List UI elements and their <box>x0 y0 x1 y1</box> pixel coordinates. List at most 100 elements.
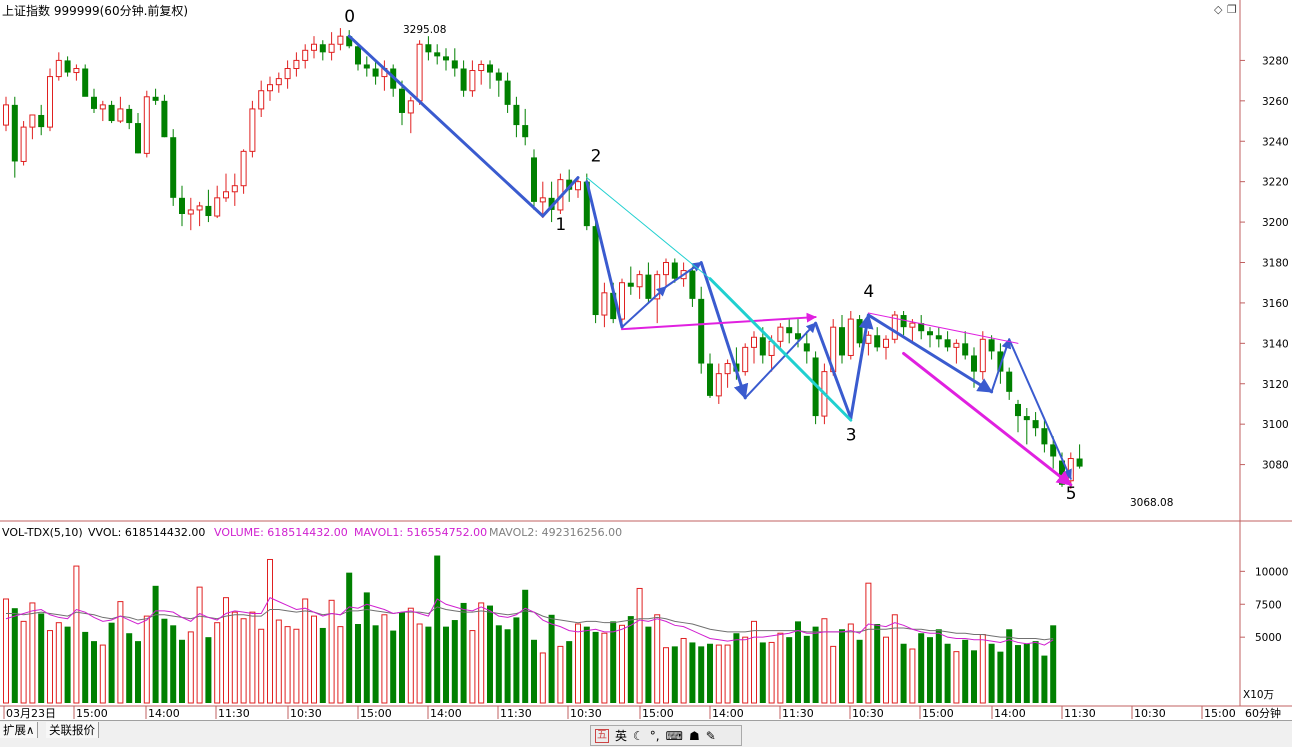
candle-body <box>451 60 458 69</box>
volume-bar <box>416 623 423 704</box>
stock-chart-window: 0 1 2 3 4 5 3080 3100 3120 3140 3160 3180 3200 3220 3… <box>0 0 1292 747</box>
time-tick-label: 03月23日 <box>6 707 56 720</box>
candle-body <box>1076 458 1083 467</box>
volume-bar <box>654 614 661 704</box>
candle-body <box>284 68 291 80</box>
volume-bar <box>495 625 502 703</box>
volume-bar <box>874 624 881 703</box>
volume-bar <box>302 598 309 704</box>
candle-body <box>539 197 546 203</box>
volume-bar <box>293 628 300 704</box>
volume-readout: VOLUME: 618514432.00 <box>214 526 348 539</box>
candle-body <box>29 114 36 128</box>
volume-bar <box>73 565 80 704</box>
wave-count-label: 3 <box>846 425 857 445</box>
price-tick-label: 3120 <box>1262 379 1289 391</box>
wave-count-label: 4 <box>863 282 874 302</box>
candle-body <box>275 78 282 86</box>
volume-bar <box>988 643 995 703</box>
candle-body <box>108 104 115 122</box>
candle-body <box>883 338 889 348</box>
wave-count-label: 1 <box>555 215 566 235</box>
volume-bar <box>786 637 793 703</box>
volume-bar <box>724 644 731 704</box>
volume-bar <box>64 626 71 703</box>
candle-body <box>627 282 634 287</box>
volume-bar <box>759 642 766 703</box>
candle-body <box>187 209 194 215</box>
volume-bar <box>267 558 273 704</box>
volume-bar <box>619 624 625 704</box>
volume-bar <box>839 629 845 703</box>
volume-bar <box>20 620 27 704</box>
volume-bar <box>205 637 212 703</box>
volume-bar <box>1032 641 1039 703</box>
time-tick-label: 15:00 <box>76 707 108 720</box>
candle-body <box>478 63 485 72</box>
punctuation-icon[interactable]: °, <box>650 729 660 743</box>
volume-bar <box>548 614 555 703</box>
volume-bar <box>1041 655 1048 703</box>
ime-mode-icon[interactable]: 五 <box>595 728 609 743</box>
volume-bar <box>319 627 326 703</box>
volume-bar <box>99 644 106 704</box>
user-icon[interactable]: ☗ <box>689 729 700 743</box>
volume-bar <box>249 611 256 704</box>
candle-body <box>971 355 977 372</box>
candle-body <box>1015 403 1021 417</box>
time-tick-label: 11:30 <box>1064 707 1096 720</box>
candle-body <box>777 326 784 342</box>
price-tick-label: 3200 <box>1262 217 1289 229</box>
keyboard-icon[interactable]: ⌨ <box>666 729 683 743</box>
window-restore-icon[interactable]: ❐ <box>1227 3 1237 16</box>
volume-bar <box>663 647 669 704</box>
volume-bar <box>944 643 951 703</box>
time-tick-label: 15:00 <box>642 707 674 720</box>
volume-bar <box>126 633 133 703</box>
volume-bar <box>742 636 749 704</box>
volume-bar <box>865 582 872 704</box>
volume-bar <box>3 598 9 704</box>
volume-bar <box>900 643 907 703</box>
volume-bar <box>311 615 317 704</box>
volume-tick-label: 10000 <box>1255 566 1288 578</box>
wave-count-label: 2 <box>591 146 602 166</box>
volume-bar <box>583 626 590 703</box>
wrench-icon[interactable]: ✎ <box>706 729 716 743</box>
volume-bar <box>143 615 150 704</box>
mavol2-readout: MAVOL2: 492316256.00 <box>489 526 622 539</box>
time-tick-label: 10:30 <box>1134 707 1166 720</box>
candle-body <box>293 59 300 70</box>
candle-body <box>355 46 361 65</box>
candle-body <box>434 52 441 57</box>
candle-body <box>592 226 599 316</box>
diamond-icon[interactable]: ◇ <box>1214 3 1223 16</box>
volume-bar <box>1015 645 1021 703</box>
bottom-toolbar: 扩展∧ 关联报价 五 英 ☾ °, ⌨ ☗ ✎ <box>0 720 1292 747</box>
volume-bar <box>715 644 722 704</box>
candle-body <box>460 68 467 91</box>
candle-body <box>311 43 317 51</box>
candle-body <box>267 84 273 92</box>
ime-language-toggle[interactable]: 英 <box>615 727 627 744</box>
candle-body <box>443 56 449 61</box>
time-tick-label: 10:30 <box>290 707 322 720</box>
volume-bar <box>214 622 221 704</box>
tab-expand[interactable]: 扩展∧ <box>0 722 39 738</box>
price-tick-label: 3100 <box>1262 419 1289 431</box>
volume-bar <box>777 632 784 704</box>
candle-body <box>179 197 185 214</box>
candle-body <box>900 315 907 328</box>
volume-bar <box>258 628 265 704</box>
volume-bar <box>55 622 62 704</box>
chart-canvas[interactable]: 0 1 2 3 4 5 3080 3100 3120 3140 3160 3180 3200 3220 3… <box>0 0 1292 720</box>
candle-body <box>302 49 309 61</box>
volume-bar <box>1023 643 1030 703</box>
moon-icon[interactable]: ☾ <box>633 729 644 743</box>
candle-body <box>196 205 203 211</box>
volume-bar <box>531 639 537 703</box>
volume-bar <box>487 605 493 703</box>
tab-related-quotes[interactable]: 关联报价 <box>46 722 99 738</box>
candle-body <box>575 181 581 191</box>
candle-body <box>399 88 405 113</box>
